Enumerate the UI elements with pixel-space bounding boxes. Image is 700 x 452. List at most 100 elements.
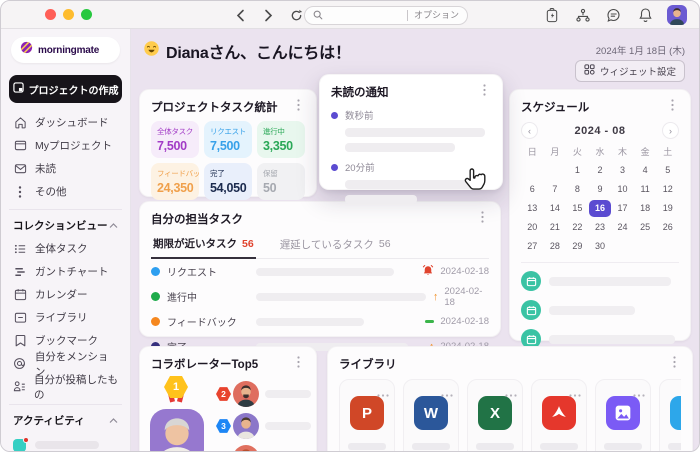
calendar-day[interactable]: 11 [634, 181, 657, 198]
sidebar-item-unread[interactable]: 未読 [9, 157, 122, 180]
search-options-label[interactable]: オプション [407, 10, 459, 21]
activity-section-header[interactable]: アクティビティ [9, 411, 122, 432]
my-tasks-card: 自分の担当タスク 期限が近いタスク 56 遅延しているタスク 56 リクエスト [139, 201, 501, 337]
file-menu-icon[interactable] [441, 384, 453, 402]
calendar-day[interactable]: 7 [544, 181, 567, 198]
calendar-day[interactable]: 26 [656, 219, 679, 236]
sidebar-item-gantt[interactable]: ガントチャート [9, 260, 122, 283]
create-project-button[interactable]: プロジェクトの作成 [9, 75, 122, 103]
file-tile-pdf[interactable] [531, 379, 587, 451]
sidebar-item-calendar[interactable]: カレンダー [9, 283, 122, 306]
stat-tile-request[interactable]: リクエスト 7,500 [204, 121, 252, 158]
task-row[interactable]: 進行中 ↑ 2024-02-18 [151, 284, 489, 309]
sidebar-item-my-posts[interactable]: 自分が投稿したもの [9, 375, 122, 398]
chevron-up-icon[interactable] [109, 223, 118, 229]
collection-section-header[interactable]: コレクションビュー [9, 216, 122, 237]
sidebar-item-more[interactable]: その他 [9, 180, 122, 203]
collaborator-row[interactable]: 2 [216, 381, 311, 407]
sidebar-item-my-projects[interactable]: Myプロジェクト [9, 134, 122, 157]
back-icon[interactable] [231, 5, 249, 25]
calendar-day[interactable]: 9 [589, 181, 612, 198]
kebab-menu-icon[interactable] [665, 98, 679, 112]
calendar-day[interactable]: 5 [656, 162, 679, 179]
calendar-day[interactable]: 15 [566, 200, 589, 217]
sidebar-item-all-tasks[interactable]: 全体タスク [9, 237, 122, 260]
calendar-day[interactable]: 3 [611, 162, 634, 179]
bell-icon[interactable] [636, 4, 654, 26]
calendar-day[interactable]: 23 [589, 219, 612, 236]
chevron-up-icon[interactable] [109, 418, 118, 424]
file-menu-icon[interactable] [633, 384, 645, 402]
calendar-day[interactable]: 1 [566, 162, 589, 179]
file-tile-image[interactable] [595, 379, 651, 451]
close-window-button[interactable] [45, 9, 56, 20]
file-tile-powerpoint[interactable]: P [339, 379, 395, 451]
calendar-day[interactable]: 19 [656, 200, 679, 217]
stat-tile-in-progress[interactable]: 進行中 3,350 [257, 121, 305, 158]
file-tile-word[interactable]: W [403, 379, 459, 451]
file-menu-icon[interactable] [505, 384, 517, 402]
calendar-day[interactable]: 21 [544, 219, 567, 236]
calendar-day[interactable]: 17 [611, 200, 634, 217]
calendar-day[interactable]: 20 [521, 219, 544, 236]
org-chart-icon[interactable] [574, 4, 592, 26]
stat-tile-hold[interactable]: 保留 50 [257, 163, 305, 200]
tab-due-soon[interactable]: 期限が近いタスク 56 [151, 232, 256, 259]
stat-tile-total[interactable]: 全体タスク 7,500 [151, 121, 199, 158]
kebab-menu-icon[interactable] [291, 98, 305, 112]
priority-high-icon: ↑ [433, 292, 439, 302]
widget-settings-button[interactable]: ウィジェット設定 [575, 60, 685, 82]
forward-icon[interactable] [259, 5, 277, 25]
task-row[interactable]: フィードバック 2024-02-18 [151, 309, 489, 334]
calendar-day[interactable]: 28 [544, 238, 567, 255]
kebab-menu-icon[interactable] [477, 83, 491, 97]
calendar-day[interactable]: 13 [521, 200, 544, 217]
tab-delayed[interactable]: 遅延しているタスク 56 [278, 232, 393, 258]
schedule-event[interactable] [521, 271, 679, 291]
file-tile-excel[interactable]: X [467, 379, 523, 451]
next-month-icon[interactable]: › [662, 122, 679, 139]
calendar-day[interactable]: 18 [634, 200, 657, 217]
activity-item[interactable] [9, 432, 122, 451]
clipboard-icon[interactable] [543, 4, 561, 26]
chat-icon[interactable] [605, 4, 623, 26]
file-tile-generic[interactable] [659, 379, 681, 451]
calendar-day[interactable]: 10 [611, 181, 634, 198]
calendar-day-selected[interactable]: 16 [589, 200, 612, 217]
calendar-day[interactable]: 30 [589, 238, 612, 255]
collaborator-row[interactable]: 3 [216, 413, 311, 439]
top-collaborator-avatar[interactable] [150, 409, 204, 451]
calendar-day[interactable]: 4 [634, 162, 657, 179]
calendar-day[interactable]: 22 [566, 219, 589, 236]
minimize-window-button[interactable] [63, 9, 74, 20]
user-avatar[interactable] [667, 5, 687, 25]
stat-tile-feedback[interactable]: フィードバック 24,350 [151, 163, 199, 200]
calendar-day[interactable]: 24 [611, 219, 634, 236]
search-input[interactable]: オプション [304, 6, 468, 25]
calendar-day[interactable]: 8 [566, 181, 589, 198]
kebab-menu-icon[interactable] [475, 210, 489, 224]
calendar-day[interactable]: 27 [521, 238, 544, 255]
stat-label: 保留 [263, 168, 299, 179]
calendar-day[interactable]: 12 [656, 181, 679, 198]
kebab-menu-icon[interactable] [291, 355, 305, 369]
schedule-event[interactable] [521, 300, 679, 320]
zoom-window-button[interactable] [81, 9, 92, 20]
calendar-day[interactable]: 25 [634, 219, 657, 236]
sidebar-item-dashboard[interactable]: ダッシュボード [9, 111, 122, 134]
kebab-menu-icon[interactable] [667, 355, 681, 369]
notification-item[interactable]: 数秒前 [331, 108, 491, 152]
collaborator-row[interactable]: 4 [216, 445, 311, 451]
calendar-day[interactable]: 2 [589, 162, 612, 179]
prev-month-icon[interactable]: ‹ [521, 122, 538, 139]
sidebar-item-library[interactable]: ライブラリ [9, 306, 122, 329]
calendar-day[interactable]: 6 [521, 181, 544, 198]
calendar-day[interactable]: 29 [566, 238, 589, 255]
stat-tile-done[interactable]: 完了 54,050 [204, 163, 252, 200]
file-menu-icon[interactable] [569, 384, 581, 402]
task-row[interactable]: リクエスト 2024-02-18 [151, 259, 489, 284]
file-menu-icon[interactable] [377, 384, 389, 402]
refresh-icon[interactable] [287, 5, 305, 25]
logo[interactable]: morningmate [11, 37, 120, 63]
calendar-day[interactable]: 14 [544, 200, 567, 217]
